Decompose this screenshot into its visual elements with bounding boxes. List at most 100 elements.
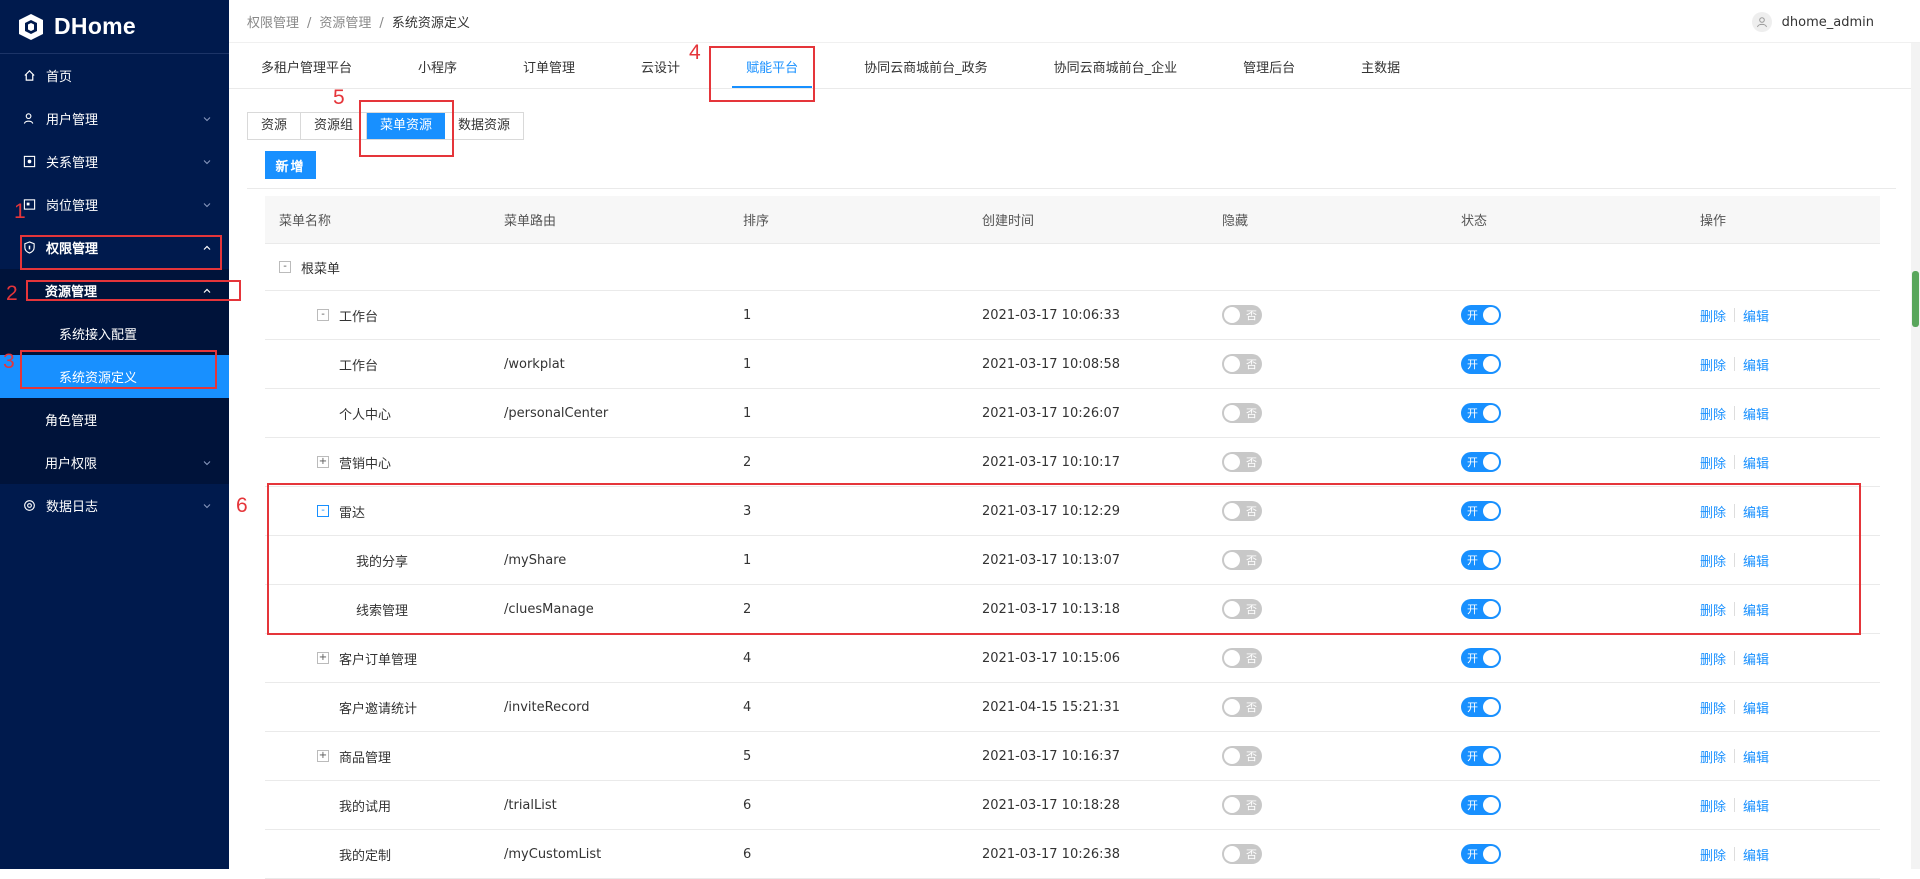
hidden-switch[interactable]: 否 (1222, 697, 1262, 717)
hidden-switch[interactable]: 否 (1222, 305, 1262, 325)
status-switch[interactable]: 开 (1461, 452, 1501, 472)
hidden-switch[interactable]: 否 (1222, 403, 1262, 423)
table-row: 客户邀请统计/inviteRecord 4 2021-04-15 15:21:31 否… (265, 683, 1880, 732)
hidden-switch[interactable]: 否 (1222, 795, 1262, 815)
tab-order-management[interactable]: 订单管理 (523, 57, 575, 88)
col-menu-name: 菜单名称 (279, 214, 332, 229)
menu-name: 我的试用 (339, 799, 392, 815)
expand-toggle[interactable]: + (317, 652, 329, 664)
edit-link[interactable]: 编辑 (1743, 747, 1769, 766)
sidebar-item-relation-management[interactable]: 关系管理 (0, 140, 229, 183)
hidden-switch[interactable]: 否 (1222, 354, 1262, 374)
tab-master-data[interactable]: 主数据 (1361, 57, 1400, 88)
edit-link[interactable]: 编辑 (1743, 404, 1769, 423)
segment-data-resource[interactable]: 数据资源 (445, 113, 524, 139)
table-row: + 商品管理 5 2021-03-17 10:16:37 否 开 删除 编辑 (265, 732, 1880, 781)
menu-route: /trialList (504, 797, 557, 813)
table-row: 我的试用/trialList 6 2021-03-17 10:18:28 否 开 删除 编辑 (265, 781, 1880, 830)
status-switch[interactable]: 开 (1461, 354, 1501, 374)
tab-mall-enterprise[interactable]: 协同云商城前台_企业 (1054, 57, 1178, 88)
delete-link[interactable]: 删除 (1700, 355, 1726, 374)
scrollbar-thumb[interactable] (1912, 271, 1919, 327)
edit-link[interactable]: 编辑 (1743, 845, 1769, 864)
status-switch[interactable]: 开 (1461, 305, 1501, 325)
status-switch[interactable]: 开 (1461, 795, 1501, 815)
delete-link[interactable]: 删除 (1700, 747, 1726, 766)
breadcrumb: 权限管理 / 资源管理 / 系统资源定义 (247, 15, 470, 31)
tab-multi-tenant[interactable]: 多租户管理平台 (261, 57, 352, 88)
add-button[interactable]: 新增 (265, 151, 316, 179)
collapse-toggle[interactable]: - (317, 309, 329, 321)
status-switch[interactable]: 开 (1461, 844, 1501, 864)
edit-link[interactable]: 编辑 (1743, 698, 1769, 717)
annotation-box (267, 483, 1861, 635)
scrollbar[interactable] (1911, 43, 1920, 869)
delete-link[interactable]: 删除 (1700, 845, 1726, 864)
annotation-number: 2 (6, 282, 18, 305)
delete-link[interactable]: 删除 (1700, 649, 1726, 668)
table-row-root: - 根菜单 (265, 244, 1880, 291)
segment-resource-group[interactable]: 资源组 (301, 113, 368, 139)
expand-toggle[interactable]: + (317, 456, 329, 468)
menu-route: /personalCenter (504, 405, 609, 421)
sidebar-item-user-management[interactable]: 用户管理 (0, 97, 229, 140)
created-time: 2021-03-17 10:06:33 (982, 307, 1121, 323)
sort-value: 6 (743, 846, 752, 862)
breadcrumb-item[interactable]: 资源管理 (319, 16, 371, 31)
annotation-number: 4 (689, 41, 701, 64)
tab-cloud-design[interactable]: 云设计 (641, 57, 680, 88)
tab-admin-backend[interactable]: 管理后台 (1243, 57, 1295, 88)
topbar: 权限管理 / 资源管理 / 系统资源定义 dhome_admin (229, 0, 1920, 43)
menu-name: 个人中心 (339, 407, 392, 423)
edit-link[interactable]: 编辑 (1743, 453, 1769, 472)
edit-link[interactable]: 编辑 (1743, 306, 1769, 325)
status-switch[interactable]: 开 (1461, 648, 1501, 668)
status-switch[interactable]: 开 (1461, 403, 1501, 423)
sidebar-item-user-permission[interactable]: 用户权限 (0, 441, 229, 484)
sidebar-item-role-management[interactable]: 角色管理 (0, 398, 229, 441)
segment-resource[interactable]: 资源 (248, 113, 302, 139)
tab-mall-gov[interactable]: 协同云商城前台_政务 (864, 57, 988, 88)
created-time: 2021-03-17 10:10:17 (982, 454, 1121, 470)
breadcrumb-item[interactable]: 权限管理 (247, 16, 299, 31)
expand-toggle[interactable]: + (317, 750, 329, 762)
sort-value: 1 (743, 356, 752, 372)
collapse-toggle[interactable]: - (279, 261, 291, 273)
sort-value: 4 (743, 650, 752, 666)
app-name: DHome (54, 13, 137, 39)
delete-link[interactable]: 删除 (1700, 453, 1726, 472)
annotation-box (20, 350, 217, 389)
sidebar-item-home[interactable]: 首页 (0, 54, 229, 97)
annotation-box (20, 235, 222, 270)
sidebar-item-post-management[interactable]: 岗位管理 (0, 183, 229, 226)
sidebar-item-system-access-config[interactable]: 系统接入配置 (0, 312, 229, 355)
tab-mini-program[interactable]: 小程序 (418, 57, 457, 88)
hidden-switch[interactable]: 否 (1222, 746, 1262, 766)
user-menu[interactable]: dhome_admin (1751, 12, 1874, 32)
edit-link[interactable]: 编辑 (1743, 355, 1769, 374)
sidebar-item-data-log[interactable]: 数据日志 (0, 484, 229, 527)
sort-value: 1 (743, 405, 752, 421)
delete-link[interactable]: 删除 (1700, 796, 1726, 815)
logo[interactable]: DHome (0, 0, 229, 53)
menu-name: 商品管理 (339, 750, 392, 766)
edit-link[interactable]: 编辑 (1743, 796, 1769, 815)
table-row: + 客户订单管理 4 2021-03-17 10:15:06 否 开 删除 编辑 (265, 634, 1880, 683)
sidebar: DHome 首页 用户管理 关系管理 岗位管理 权限管理 资源管理 系统接入配置… (0, 0, 229, 869)
edit-link[interactable]: 编辑 (1743, 649, 1769, 668)
hidden-switch[interactable]: 否 (1222, 844, 1262, 864)
status-switch[interactable]: 开 (1461, 697, 1501, 717)
delete-link[interactable]: 删除 (1700, 404, 1726, 423)
delete-link[interactable]: 删除 (1700, 698, 1726, 717)
status-switch[interactable]: 开 (1461, 746, 1501, 766)
menu-route: /workplat (504, 356, 565, 372)
delete-link[interactable]: 删除 (1700, 306, 1726, 325)
hidden-switch[interactable]: 否 (1222, 452, 1262, 472)
hidden-switch[interactable]: 否 (1222, 648, 1262, 668)
sort-value: 2 (743, 454, 752, 470)
annotation-box (359, 100, 454, 157)
menu-name: 营销中心 (339, 456, 392, 472)
log-icon (22, 499, 36, 513)
col-actions: 操作 (1700, 214, 1727, 229)
annotation-number: 6 (236, 494, 248, 517)
